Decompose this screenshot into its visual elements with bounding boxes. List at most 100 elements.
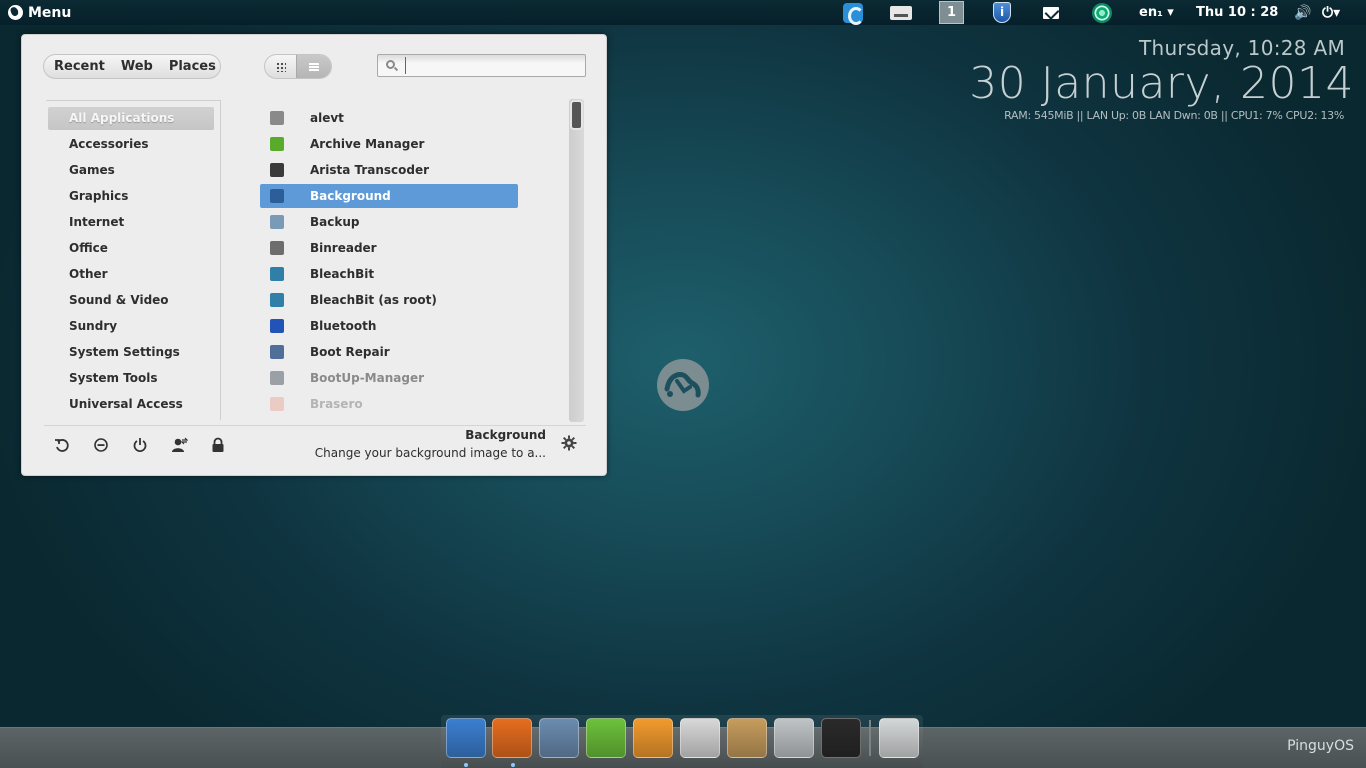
app-item-label: Bluetooth [310,319,377,333]
brand-label: PinguyOS [1287,738,1354,754]
scrollbar-thumb[interactable] [570,100,583,130]
archive-dock-icon[interactable] [727,718,767,758]
tab-places[interactable]: Places [169,59,216,74]
transcoder-icon [270,163,284,177]
trash-dock-icon[interactable] [879,718,919,758]
category-item[interactable]: Accessories [48,133,214,156]
hexchat-dock-icon[interactable] [586,718,626,758]
shutdown-button[interactable] [130,435,150,455]
app-item[interactable]: BootUp-Manager [260,366,518,390]
keyboard-layout-indicator[interactable]: en₁ ▾ [1139,4,1174,21]
app-item[interactable]: BleachBit [260,262,518,286]
conky-date: 30 January, 2014 [969,58,1354,109]
menu-label: Menu [28,4,72,21]
menu-button[interactable]: Menu [8,3,71,22]
restart-icon [55,439,69,452]
app-item[interactable]: alevt [260,106,518,130]
list-view-button[interactable] [296,55,331,78]
category-item[interactable]: All Applications [48,107,214,130]
grid-icon [275,61,286,72]
search-input[interactable] [405,57,581,74]
app-list-scrollbar[interactable] [569,99,584,422]
power-icon [133,438,147,452]
thunderbird-dock-icon[interactable] [539,718,579,758]
app-description-text: Change your background image to a... [314,446,546,460]
category-item[interactable]: Sound & Video [48,289,214,312]
logo-icon [664,372,701,398]
grid-view-button[interactable] [265,55,296,78]
suspend-button[interactable] [91,435,111,455]
desktop-logo [657,359,709,411]
category-item[interactable]: Games [48,159,214,182]
volume-icon[interactable]: 🔊 [1294,4,1311,21]
app-item[interactable]: BleachBit (as root) [260,288,518,312]
app-item[interactable]: Archive Manager [260,132,518,156]
video-dock-icon[interactable] [680,718,720,758]
switch-user-icon [172,437,188,452]
bleachbit-icon [270,293,284,307]
category-item[interactable]: Graphics [48,185,214,208]
panel-clock[interactable]: Thu 10 : 28 [1196,4,1278,21]
menu-divider [44,425,586,426]
tab-recent[interactable]: Recent [54,59,105,74]
suspend-icon [94,438,108,452]
running-indicator [511,763,515,767]
category-item[interactable]: Other [48,263,214,286]
category-item[interactable]: Office [48,237,214,260]
app-item[interactable]: Arista Transcoder [260,158,518,182]
running-indicator [464,763,468,767]
app-item-label: Arista Transcoder [310,163,430,177]
app-item[interactable]: Bluetooth [260,314,518,338]
app-item[interactable]: Background [260,184,518,208]
brasero-icon [270,397,284,411]
tab-web[interactable]: Web [121,59,153,74]
app-item-label: Brasero [310,397,363,411]
search-box [377,54,586,77]
category-item[interactable]: System Settings [48,341,214,364]
app-item[interactable]: Binreader [260,236,518,260]
search-icon [386,60,395,69]
restart-button[interactable] [52,435,72,455]
gear-icon [561,435,577,451]
category-item[interactable]: Internet [48,211,214,234]
category-item[interactable]: System Tools [48,367,214,390]
anchor-dock-icon[interactable] [446,718,486,758]
list-icon [309,62,319,71]
app-item[interactable]: Boot Repair [260,340,518,364]
app-item[interactable]: Brasero [260,392,518,416]
gear-icon [270,111,284,125]
power-icon[interactable]: ⏻▾ [1322,4,1340,21]
top-panel: Menu 1 i en₁ ▾ Thu 10 : 28 🔊 ⏻▾ [0,0,1366,25]
workspace-switcher[interactable]: 1 [939,1,964,24]
category-item[interactable]: Universal Access [48,393,214,416]
app-item-label: BootUp-Manager [310,371,425,385]
drive-tray-icon[interactable] [889,1,913,24]
lock-icon [212,437,224,452]
network-icon[interactable] [1092,1,1112,24]
app-description-title: Background [465,428,546,442]
desktop-info-widget: Thursday, 10:28 AM 30 January, 2014 RAM:… [969,36,1354,122]
mixer-dock-icon[interactable] [774,718,814,758]
app-item-label: Archive Manager [310,137,425,151]
dock-separator [869,720,871,756]
background-icon [270,189,284,203]
lock-button[interactable] [208,435,228,455]
preferences-button[interactable] [560,435,578,453]
wallpaper-tray-icon[interactable] [843,1,864,25]
terminal-dock-icon[interactable] [821,718,861,758]
shield-icon[interactable]: i [992,1,1012,24]
mail-icon[interactable] [1042,1,1060,24]
app-list: alevt Archive Manager Arista Transcoder Bac… [260,105,560,425]
category-item[interactable]: Sundry [48,315,214,338]
binreader-icon [270,241,284,255]
archive-icon [270,137,284,151]
app-item-label: BleachBit (as root) [310,293,437,307]
firefox-dock-icon[interactable] [492,718,532,758]
software-center-dock-icon[interactable] [633,718,673,758]
app-item[interactable]: Backup [260,210,518,234]
app-item-label: Backup [310,215,360,229]
application-menu: Recent Web Places All Applications Access… [21,34,607,476]
source-tabs: Recent Web Places [43,54,221,79]
switch-user-button[interactable] [169,435,189,455]
view-toggle [264,54,332,79]
